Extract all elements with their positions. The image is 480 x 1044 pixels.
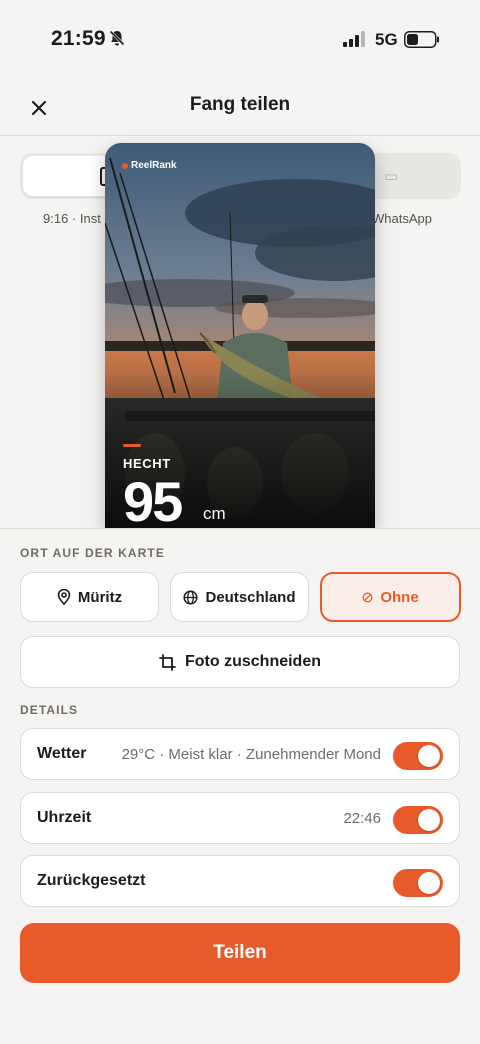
brand-name: ReelRank bbox=[131, 160, 177, 171]
detail-row-released: Zurückgesetzt bbox=[20, 855, 460, 907]
toggle-knob bbox=[418, 745, 440, 767]
battery-icon bbox=[404, 31, 439, 48]
globe-icon bbox=[183, 589, 199, 605]
status-bar: 21:59 5G bbox=[0, 0, 480, 80]
pin-icon bbox=[57, 589, 71, 605]
page-title: Fang teilen bbox=[189, 94, 291, 115]
format-option-icon: ▭ bbox=[384, 168, 399, 185]
share-preview-card: ReelRank HECHT 95 cm bbox=[105, 143, 375, 529]
share-button[interactable]: Teilen bbox=[20, 923, 460, 983]
location-option-mueritz[interactable]: Müritz bbox=[20, 572, 159, 622]
location-option-deutschland[interactable]: Deutschland bbox=[170, 572, 309, 622]
location-option-label: Ohne bbox=[380, 588, 419, 606]
network-type: 5G bbox=[375, 30, 398, 49]
details-section-label: DETAILS bbox=[20, 703, 79, 717]
share-options-sheet: ORT AUF DER KARTE Müritz Deutschland Ohn… bbox=[0, 528, 480, 1044]
detail-row-time: Uhrzeit 22:46 bbox=[20, 792, 460, 844]
detail-row-weather: Wetter 29°C · Meist klar · Zunehmender M… bbox=[20, 728, 460, 780]
location-option-label: Deutschland bbox=[205, 588, 296, 606]
detail-value: 22:46 bbox=[343, 810, 381, 827]
detail-label: Zurückgesetzt bbox=[37, 872, 146, 889]
detail-value: 29°C · Meist klar · Zunehmender Mond bbox=[121, 746, 381, 763]
crop-icon bbox=[159, 653, 176, 671]
crop-photo-button[interactable]: Foto zuschneiden bbox=[20, 636, 460, 688]
brand-logo: ReelRank bbox=[122, 160, 177, 171]
location-option-ohne[interactable]: Ohne bbox=[320, 572, 461, 622]
nav-header: Fang teilen bbox=[0, 80, 480, 136]
signal-icon bbox=[343, 31, 365, 47]
detail-label: Wetter bbox=[37, 745, 87, 762]
length-value: 95 bbox=[123, 470, 183, 530]
location-option-label: Müritz bbox=[77, 588, 123, 606]
format-label-whatsapp: WhatsApp bbox=[372, 211, 432, 226]
no-location-icon bbox=[362, 592, 373, 602]
location-section-label: ORT AUF DER KARTE bbox=[20, 546, 165, 560]
accent-divider bbox=[123, 444, 141, 447]
format-label-story: 9:16 · Inst bbox=[43, 211, 101, 226]
status-time: 21:59 bbox=[51, 27, 106, 50]
time-toggle[interactable] bbox=[393, 806, 443, 834]
released-toggle[interactable] bbox=[393, 869, 443, 897]
length-unit: cm bbox=[203, 504, 226, 523]
bell-slash-icon bbox=[109, 30, 125, 46]
detail-label: Uhrzeit bbox=[37, 809, 92, 826]
brand-dot-icon bbox=[122, 162, 128, 169]
crop-photo-label: Foto zuschneiden bbox=[185, 653, 321, 670]
species-label: HECHT bbox=[123, 456, 171, 471]
weather-toggle[interactable] bbox=[393, 742, 443, 770]
toggle-knob bbox=[418, 809, 440, 831]
toggle-knob bbox=[418, 872, 440, 894]
